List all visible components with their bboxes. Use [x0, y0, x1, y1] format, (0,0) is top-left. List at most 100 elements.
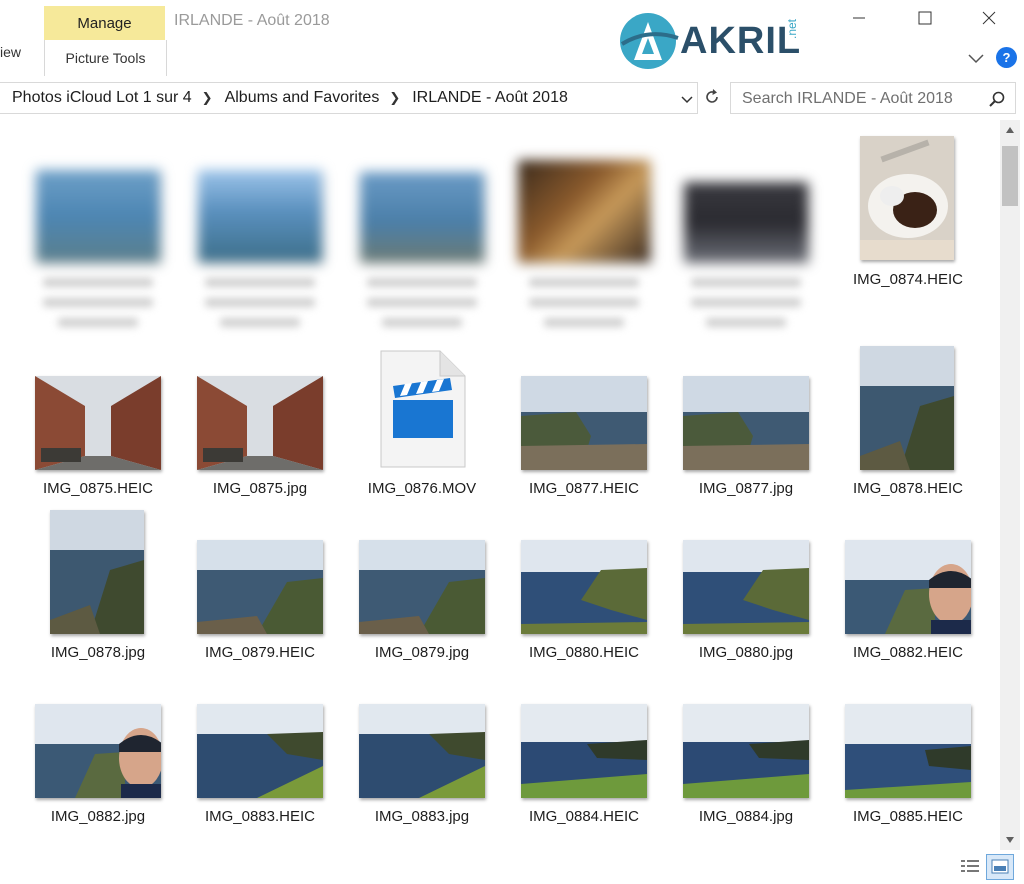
thumbnail — [36, 170, 160, 262]
list-item[interactable]: IMG_0885.HEIC — [828, 672, 988, 832]
tab-view[interactable]: iew — [0, 44, 21, 60]
thumbnail — [521, 540, 647, 634]
file-name: IMG_0878.jpg — [50, 644, 146, 661]
thumbnail — [197, 376, 323, 470]
scroll-up-button[interactable] — [1000, 120, 1020, 140]
list-item[interactable]: IMG_0882.jpg — [18, 672, 178, 832]
list-item[interactable]: IMG_0877.HEIC — [504, 342, 664, 502]
list-item[interactable]: IMG_0882.HEIC — [828, 508, 988, 668]
list-item[interactable]: IMG_0884.HEIC — [504, 672, 664, 832]
thumbnail — [360, 172, 484, 262]
close-button[interactable] — [966, 0, 1012, 40]
list-item[interactable]: IMG_0880.HEIC — [504, 508, 664, 668]
search-box[interactable] — [730, 82, 1016, 114]
blurred-label — [43, 278, 153, 287]
search-icon[interactable] — [988, 90, 1006, 108]
list-item[interactable]: IMG_0874.HEIC — [828, 120, 988, 320]
chevron-down-icon — [678, 95, 696, 112]
breadcrumb-item[interactable]: IRLANDE - Août 2018 — [412, 89, 568, 107]
help-button[interactable]: ? — [996, 47, 1017, 68]
list-item[interactable]: IMG_0883.jpg — [342, 672, 502, 832]
thumbnail — [518, 160, 650, 262]
list-item[interactable] — [180, 120, 340, 350]
list-item[interactable]: IMG_0875.jpg — [180, 342, 340, 502]
thumbnail — [198, 170, 322, 262]
status-bar — [0, 852, 1024, 883]
vertical-scrollbar[interactable] — [1000, 120, 1020, 850]
blurred-label — [220, 318, 300, 327]
tab-manage[interactable]: Manage — [44, 6, 165, 40]
file-name: IMG_0876.MOV — [367, 480, 477, 497]
list-item[interactable]: IMG_0878.jpg — [18, 508, 178, 668]
file-name: IMG_0877.jpg — [698, 480, 794, 497]
list-item[interactable]: IMG_0880.jpg — [666, 508, 826, 668]
thumbnail — [860, 136, 954, 260]
caret-down-icon — [1005, 831, 1015, 849]
file-list: IMG_0874.HEIC IMG_0875.HEIC IMG_0875.jpg… — [0, 120, 1000, 850]
scrollbar-thumb[interactable] — [1002, 146, 1018, 206]
list-item[interactable]: IMG_0879.HEIC — [180, 508, 340, 668]
list-item[interactable]: IMG_0875.HEIC — [18, 342, 178, 502]
large-icons-view-button[interactable] — [986, 854, 1014, 880]
thumbnail — [197, 704, 323, 798]
blurred-label — [205, 298, 315, 307]
minimize-icon — [852, 11, 866, 30]
details-view-button[interactable] — [958, 856, 982, 878]
scroll-down-button[interactable] — [1000, 830, 1020, 850]
blurred-label — [367, 298, 477, 307]
list-item[interactable]: IMG_0879.jpg — [342, 508, 502, 668]
file-name: IMG_0884.HEIC — [528, 808, 640, 825]
list-item[interactable]: IMG_0878.HEIC — [828, 342, 988, 502]
search-input[interactable] — [740, 89, 984, 109]
thumbnail — [684, 182, 808, 262]
breadcrumb[interactable]: Photos iCloud Lot 1 sur 4 ❯ Albums and F… — [0, 82, 698, 114]
blurred-label — [691, 278, 801, 287]
file-name: IMG_0875.jpg — [212, 480, 308, 497]
blurred-label — [58, 318, 138, 327]
list-item[interactable] — [342, 120, 502, 350]
thumbnail — [860, 346, 954, 470]
file-name: IMG_0880.HEIC — [528, 644, 640, 661]
thumbnail — [521, 704, 647, 798]
list-item[interactable]: IMG_0883.HEIC — [180, 672, 340, 832]
file-name: IMG_0885.HEIC — [852, 808, 964, 825]
thumbnail — [683, 540, 809, 634]
refresh-button[interactable] — [700, 88, 724, 110]
caret-up-icon — [1005, 121, 1015, 139]
thumbnail — [197, 540, 323, 634]
thumbnail — [359, 704, 485, 798]
blurred-label — [691, 298, 801, 307]
list-item[interactable] — [18, 120, 178, 350]
blurred-label — [544, 318, 624, 327]
list-item[interactable] — [666, 120, 826, 350]
refresh-icon — [703, 88, 721, 111]
address-history-dropdown[interactable] — [678, 90, 696, 108]
list-item[interactable]: IMG_0876.MOV — [342, 342, 502, 502]
blurred-label — [43, 298, 153, 307]
file-name: IMG_0883.jpg — [374, 808, 470, 825]
file-name: IMG_0880.jpg — [698, 644, 794, 661]
chevron-right-icon[interactable]: ❯ — [202, 90, 213, 106]
details-view-icon — [958, 860, 982, 882]
minimize-button[interactable] — [836, 0, 882, 40]
tab-picture-tools[interactable]: Picture Tools — [44, 40, 167, 76]
thumbnail — [845, 704, 971, 798]
chevron-right-icon[interactable]: ❯ — [389, 90, 400, 106]
list-item[interactable]: IMG_0877.jpg — [666, 342, 826, 502]
video-file-icon — [380, 350, 466, 468]
list-item[interactable]: IMG_0884.jpg — [666, 672, 826, 832]
maximize-button[interactable] — [902, 0, 948, 40]
list-item[interactable] — [504, 120, 664, 350]
chevron-down-icon — [964, 54, 988, 74]
blurred-label — [529, 298, 639, 307]
akril-logo: AKRIL .net — [614, 8, 814, 74]
breadcrumb-item[interactable]: Albums and Favorites — [225, 89, 380, 107]
ribbon-expand-button[interactable] — [964, 46, 988, 70]
blurred-label — [382, 318, 462, 327]
file-name: IMG_0879.jpg — [374, 644, 470, 661]
thumbnail — [50, 510, 144, 634]
file-name: IMG_0882.HEIC — [852, 644, 964, 661]
breadcrumb-item[interactable]: Photos iCloud Lot 1 sur 4 — [12, 89, 192, 107]
file-name: IMG_0882.jpg — [50, 808, 146, 825]
blurred-label — [205, 278, 315, 287]
